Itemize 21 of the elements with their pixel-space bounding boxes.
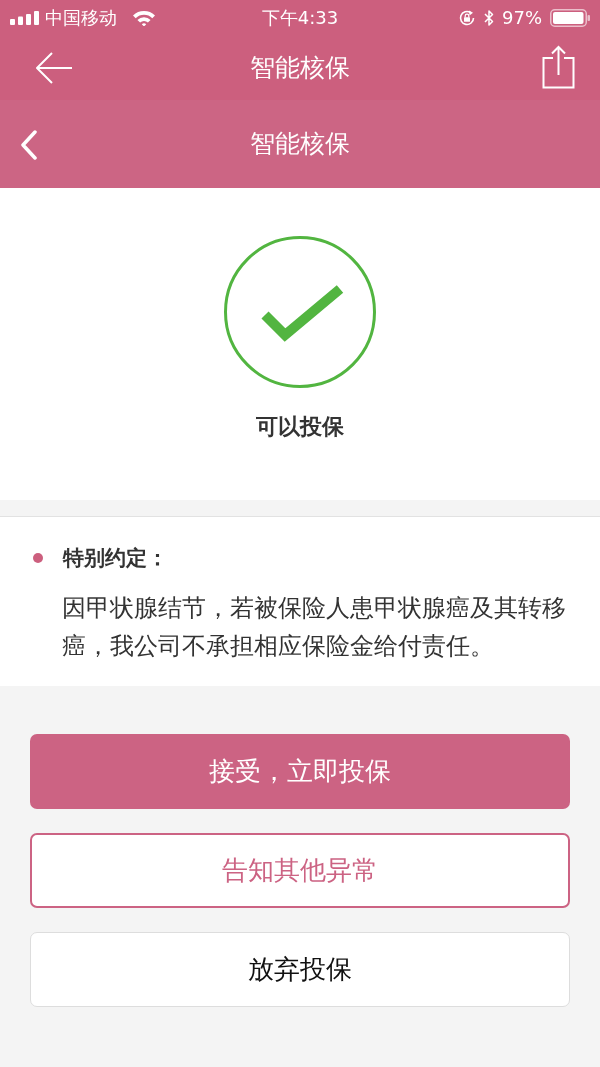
status-time: 下午4:33 xyxy=(261,8,339,27)
back-arrow-icon[interactable] xyxy=(35,52,73,84)
check-circle-icon xyxy=(224,236,376,388)
wifi-icon xyxy=(132,9,156,26)
bullet-icon xyxy=(33,553,43,563)
bluetooth-icon xyxy=(484,8,494,27)
carrier-name: 中国移动 xyxy=(45,8,117,27)
notice-text: 因甲状腺结节，若被保险人患甲状腺癌及其转移癌，我公司不承担相应保险金给付责任。 xyxy=(62,593,567,662)
action-button[interactable]: 告知其他异常 xyxy=(30,833,570,908)
result-status: 可以投保 xyxy=(256,413,344,441)
share-icon[interactable] xyxy=(542,45,575,89)
rotation-lock-icon xyxy=(458,8,476,27)
back-chevron-icon[interactable] xyxy=(20,130,38,160)
notice-heading: 特别约定： xyxy=(63,545,168,572)
signal-icon xyxy=(10,10,40,25)
action-button[interactable]: 接受，立即投保 xyxy=(30,734,570,809)
battery-icon xyxy=(550,8,590,27)
page-title: 智能核保 xyxy=(250,129,350,159)
app-bar-title: 智能核保 xyxy=(250,52,350,83)
battery-percent: 97% xyxy=(502,8,542,27)
action-button[interactable]: 放弃投保 xyxy=(30,932,570,1007)
